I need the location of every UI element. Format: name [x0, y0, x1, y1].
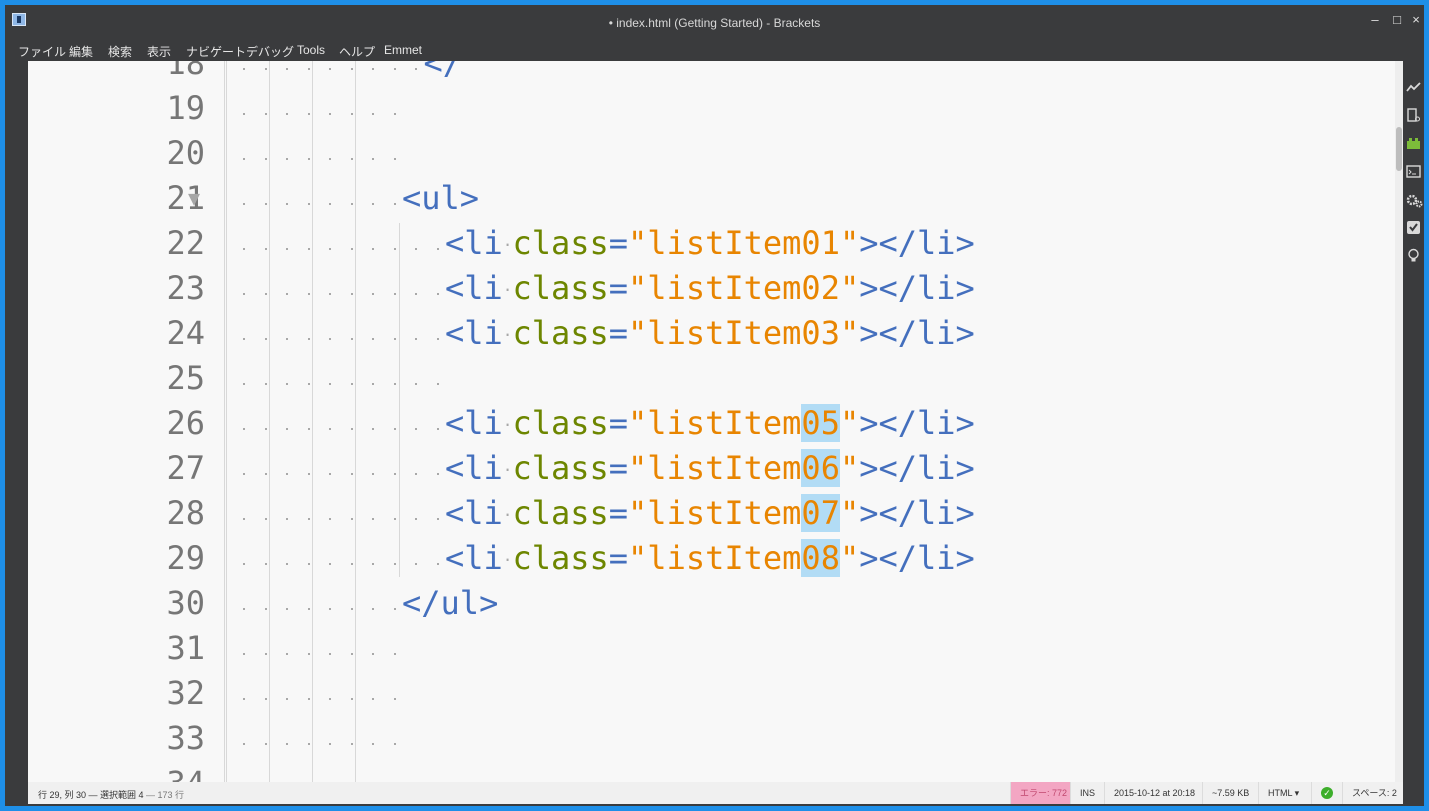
brackets-window: • index.html (Getting Started) - Bracket…: [5, 5, 1424, 806]
right-toolbar: [1403, 61, 1424, 806]
menu-find[interactable]: 検索: [108, 43, 132, 60]
line-number: 32: [166, 674, 205, 712]
code-line: 21 ▼ <ul>: [28, 176, 1395, 221]
menu-view[interactable]: 表示: [147, 43, 171, 60]
menu-help[interactable]: ヘルプ: [339, 43, 375, 60]
code-editor[interactable]: 18 </19 20 21 ▼ <ul> 22 <li·class="listItem01">…: [28, 61, 1395, 782]
line-number: 25: [166, 359, 205, 397]
code-line: 24 <li·class="listItem03"></li>: [28, 311, 1395, 356]
check-circle-icon: ✓: [1321, 787, 1333, 799]
code-text: <li·class="listItem06"></li>: [445, 449, 975, 487]
line-number: 31: [166, 629, 205, 667]
code-text: </ul>: [402, 584, 499, 622]
code-line: 23 <li·class="listItem02"></li>: [28, 266, 1395, 311]
scrollbar-thumb[interactable]: [1396, 127, 1402, 171]
code-line: 18 </: [28, 61, 1395, 86]
code-line: 26 <li·class="listItem05"></li>: [28, 401, 1395, 446]
maximize-button[interactable]: □: [1388, 12, 1406, 27]
menu-file[interactable]: ファイル: [18, 43, 66, 60]
code-line: 22 <li·class="listItem01"></li>: [28, 221, 1395, 266]
line-number: 27: [166, 449, 205, 487]
vertical-scrollbar[interactable]: [1395, 61, 1403, 782]
code-text: </: [423, 61, 463, 82]
code-line: 27 <li·class="listItem06"></li>: [28, 446, 1395, 491]
code-line: 29 <li·class="listItem08"></li>: [28, 536, 1395, 581]
line-count: — 173 行: [143, 790, 185, 800]
indent-setting[interactable]: スペース: 2: [1342, 782, 1403, 804]
code-line: 33: [28, 716, 1395, 761]
lightbulb-icon[interactable]: [1406, 248, 1421, 263]
extension-manager-icon[interactable]: [1406, 136, 1421, 151]
line-number: 24: [166, 314, 205, 352]
code-text: <li·class="listItem01"></li>: [445, 224, 975, 262]
file-size: ~7.59 KB: [1202, 782, 1258, 804]
menu-tools[interactable]: Tools: [297, 43, 325, 57]
lint-ok-status[interactable]: ✓: [1311, 782, 1342, 804]
code-line: 25: [28, 356, 1395, 401]
minimize-button[interactable]: –: [1366, 12, 1384, 27]
checkbox-icon[interactable]: [1406, 220, 1421, 235]
code-line: 32: [28, 671, 1395, 716]
line-number: 30: [166, 584, 205, 622]
line-number: 34: [166, 764, 205, 782]
status-bar: 行 29, 列 30 — 選択範囲 4 — 173 行 エラー: 772 INS…: [28, 782, 1403, 804]
code-text: <li·class="listItem03"></li>: [445, 314, 975, 352]
menu-debug[interactable]: デバッグ: [246, 43, 294, 60]
menu-emmet[interactable]: Emmet: [384, 43, 422, 57]
title-bar: • index.html (Getting Started) - Bracket…: [5, 5, 1424, 35]
line-number: 23: [166, 269, 205, 307]
file-icon[interactable]: [1406, 108, 1421, 123]
line-number: 29: [166, 539, 205, 577]
lint-error-indicator[interactable]: エラー: 772: [1010, 782, 1070, 804]
line-number: 18: [166, 61, 205, 82]
terminal-icon[interactable]: [1406, 164, 1421, 179]
cursor-info: 行 29, 列 30 — 選択範囲 4: [38, 790, 144, 800]
line-number: 22: [166, 224, 205, 262]
file-modified-date: 2015-10-12 at 20:18: [1104, 782, 1202, 804]
code-text: <li·class="listItem07"></li>: [445, 494, 975, 532]
window-title: • index.html (Getting Started) - Bracket…: [608, 16, 821, 30]
code-text: <li·class="listItem05"></li>: [445, 404, 975, 442]
line-number: 26: [166, 404, 205, 442]
gears-icon[interactable]: [1406, 192, 1423, 208]
live-preview-icon[interactable]: [1406, 80, 1421, 95]
menu-edit[interactable]: 編集: [69, 43, 93, 60]
code-line: 28 <li·class="listItem07"></li>: [28, 491, 1395, 536]
line-number: 19: [166, 89, 205, 127]
insert-mode-toggle[interactable]: INS: [1070, 782, 1104, 804]
menu-navigate[interactable]: ナビゲート: [186, 43, 246, 60]
code-text: <ul>: [402, 179, 480, 217]
language-select[interactable]: HTML ▾: [1258, 782, 1311, 804]
code-line: 30 </ul>: [28, 581, 1395, 626]
line-number: 33: [166, 719, 205, 757]
code-line: 19: [28, 86, 1395, 131]
code-line: 20: [28, 131, 1395, 176]
fold-triangle-icon[interactable]: ▼: [188, 186, 200, 210]
code-line: 34: [28, 761, 1395, 782]
code-text: <li·class="listItem02"></li>: [445, 269, 975, 307]
code-line: 31: [28, 626, 1395, 671]
close-button[interactable]: ×: [1407, 12, 1424, 27]
cursor-position: 行 29, 列 30 — 選択範囲 4 — 173 行: [38, 788, 184, 801]
line-number: 28: [166, 494, 205, 532]
line-number: 20: [166, 134, 205, 172]
code-text: <li·class="listItem08"></li>: [445, 539, 975, 577]
menu-bar: ファイル 編集 検索 表示 ナビゲート デバッグ Tools ヘルプ Emmet: [5, 35, 1424, 61]
